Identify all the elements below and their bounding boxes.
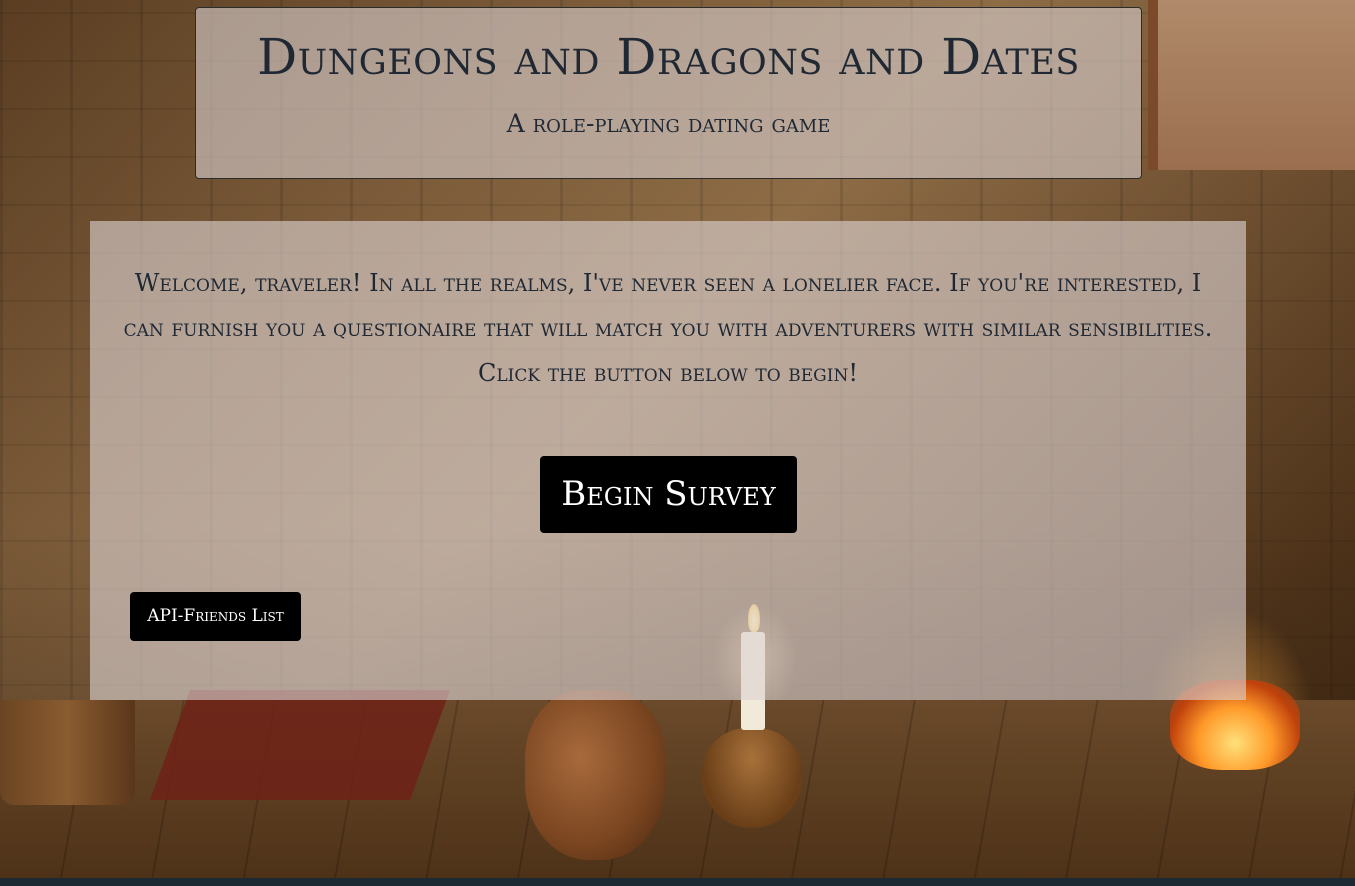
bottom-strip bbox=[0, 878, 1355, 886]
welcome-message: Welcome, traveler! In all the realms, I'… bbox=[123, 269, 1213, 387]
page-title: Dungeons and Dragons and Dates bbox=[257, 28, 1080, 86]
background-tapestry bbox=[1148, 0, 1355, 170]
welcome-panel: Welcome, traveler! In all the realms, I'… bbox=[90, 221, 1246, 700]
background-bucket bbox=[0, 700, 135, 805]
background-rug bbox=[149, 690, 451, 800]
background-jug bbox=[525, 690, 665, 860]
page-subtitle: A role-playing dating game bbox=[506, 109, 831, 138]
begin-survey-button[interactable]: Begin Survey bbox=[540, 456, 797, 533]
background-candleholder bbox=[702, 728, 802, 828]
api-friends-list-button[interactable]: API-Friends List bbox=[130, 592, 301, 641]
header-card: Dungeons and Dragons and Dates A role-pl… bbox=[195, 7, 1142, 179]
